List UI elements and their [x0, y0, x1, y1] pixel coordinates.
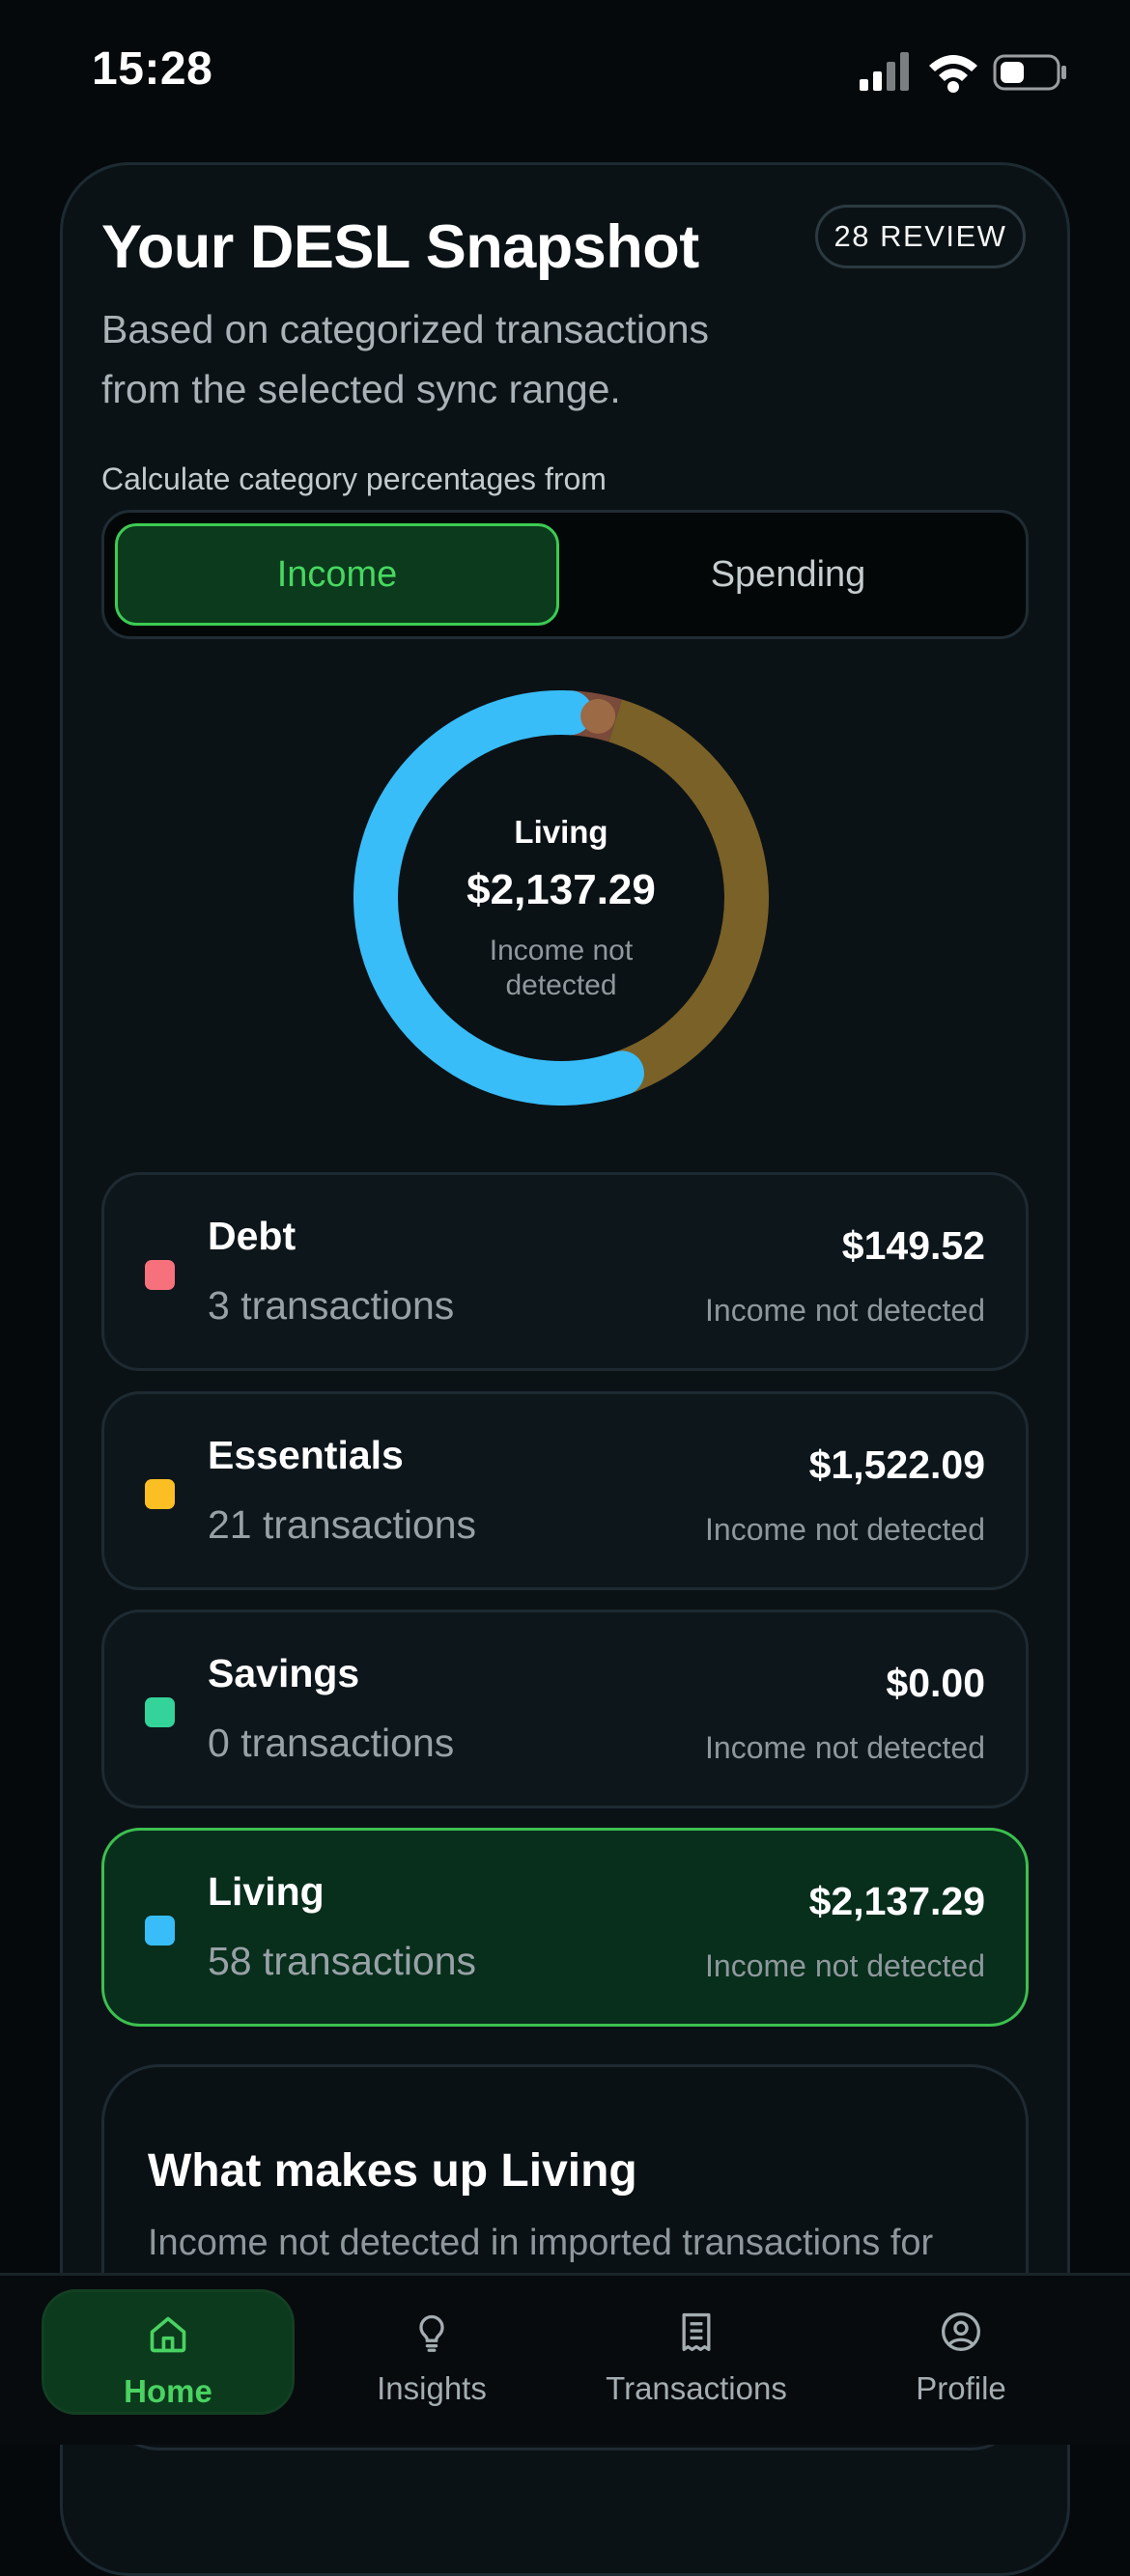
- signal-icon: [860, 52, 909, 91]
- category-row-essentials[interactable]: Essentials 21 transactions $1,522.09 Inc…: [101, 1391, 1029, 1590]
- category-count: 58 transactions: [208, 1939, 477, 1983]
- review-badge[interactable]: 28 REVIEW: [815, 205, 1026, 268]
- segment-spending[interactable]: Spending: [566, 523, 1010, 626]
- category-note: Income not detected: [705, 1512, 985, 1547]
- donut-center-note: Income not detected: [489, 935, 634, 1001]
- category-row-living[interactable]: Living 58 transactions $2,137.29 Income …: [101, 1828, 1029, 2027]
- home-icon: [150, 2316, 186, 2353]
- category-amount: $1,522.09: [808, 1442, 985, 1487]
- category-count: 0 transactions: [208, 1721, 455, 1765]
- tab-home[interactable]: Home: [42, 2289, 295, 2415]
- wifi-icon: [929, 55, 977, 93]
- category-name: Savings: [208, 1651, 360, 1695]
- status-bar: 15:28: [0, 0, 1130, 145]
- lightbulb-icon: [419, 2314, 444, 2352]
- donut-center: Living $2,137.29 Income not detected: [353, 690, 769, 1106]
- essentials-color-dot: [145, 1479, 175, 1509]
- category-count: 21 transactions: [208, 1502, 477, 1547]
- savings-color-dot: [145, 1697, 175, 1727]
- percentage-basis-toggle: Income Spending: [101, 510, 1029, 639]
- category-count: 3 transactions: [208, 1283, 455, 1328]
- category-name: Essentials: [208, 1433, 404, 1477]
- tab-transactions[interactable]: Transactions: [570, 2289, 823, 2415]
- tab-profile[interactable]: Profile: [834, 2289, 1088, 2415]
- page-title: Your DESL Snapshot: [101, 213, 699, 281]
- profile-icon: [942, 2312, 980, 2351]
- category-note: Income not detected: [705, 1293, 985, 1328]
- tab-label: Insights: [377, 2370, 487, 2406]
- status-icons: [860, 52, 1066, 93]
- breakdown-title: What makes up Living: [148, 2145, 637, 2197]
- category-amount: $0.00: [886, 1661, 985, 1705]
- tab-bar: Home Insights Transactions Profile: [0, 2273, 1130, 2445]
- living-color-dot: [145, 1916, 175, 1946]
- category-note: Income not detected: [705, 1730, 985, 1765]
- status-time: 15:28: [92, 43, 213, 95]
- category-row-debt[interactable]: Debt 3 transactions $149.52 Income not d…: [101, 1172, 1029, 1371]
- receipt-icon: [682, 2312, 711, 2351]
- category-row-savings[interactable]: Savings 0 transactions $0.00 Income not …: [101, 1610, 1029, 1808]
- category-name: Living: [208, 1869, 325, 1914]
- page-subtitle: Based on categorized transactions from t…: [101, 307, 710, 411]
- donut-center-label: Living: [514, 814, 608, 850]
- tab-label: Profile: [916, 2370, 1006, 2406]
- segment-income[interactable]: Income: [115, 523, 559, 626]
- category-amount: $149.52: [841, 1223, 985, 1268]
- tab-label: Transactions: [606, 2370, 787, 2406]
- debt-color-dot: [145, 1260, 175, 1290]
- battery-icon: [993, 54, 1066, 91]
- category-name: Debt: [208, 1214, 297, 1258]
- calc-label: Calculate category percentages from: [101, 462, 607, 496]
- donut-center-amount: $2,137.29: [466, 866, 656, 913]
- category-amount: $2,137.29: [808, 1879, 985, 1923]
- tab-insights[interactable]: Insights: [305, 2289, 558, 2415]
- tab-label: Home: [124, 2373, 212, 2409]
- category-note: Income not detected: [705, 1948, 985, 1983]
